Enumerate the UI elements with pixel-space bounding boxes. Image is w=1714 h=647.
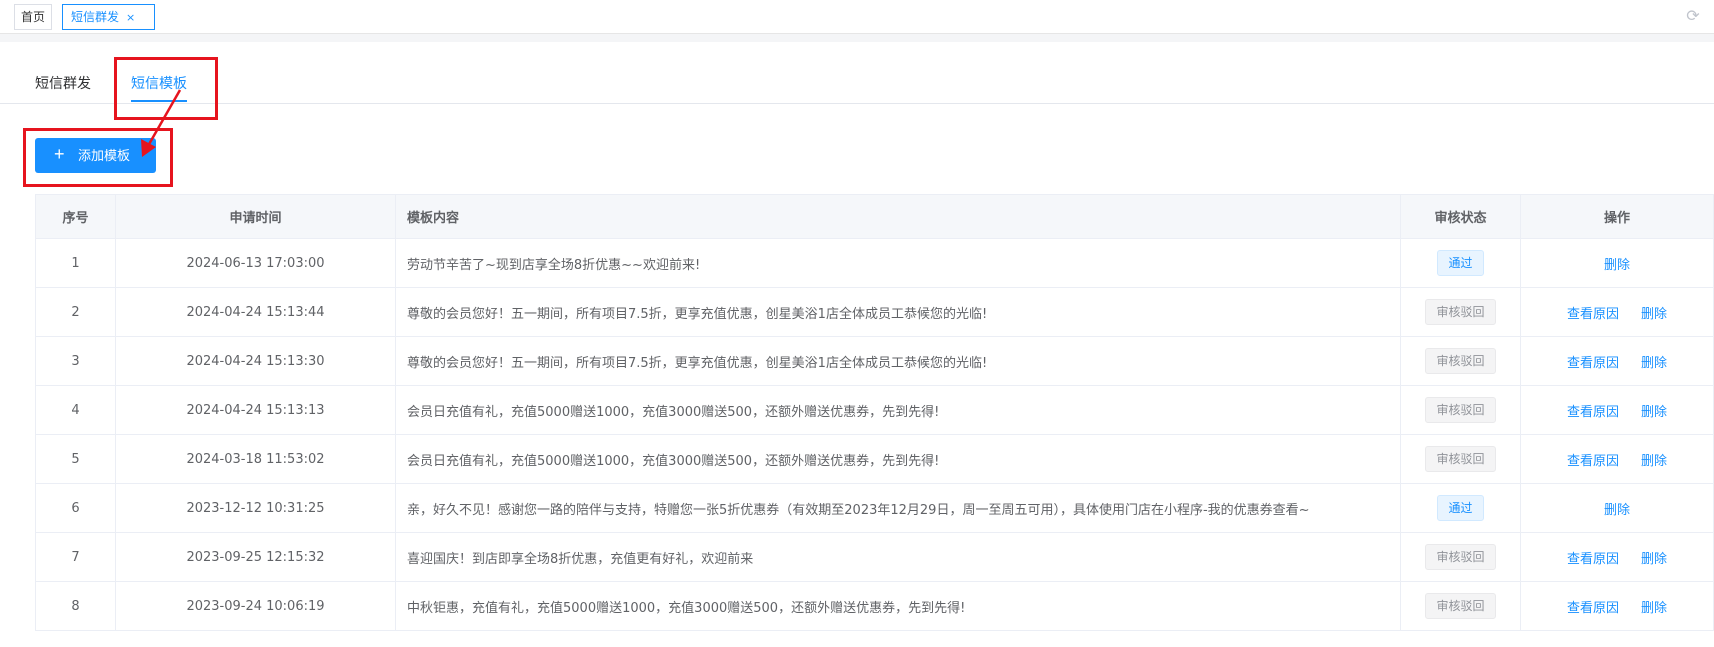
subtab-sms-broadcast[interactable]: 短信群发 (35, 74, 91, 98)
header-index: 序号 (35, 194, 116, 239)
tab-home[interactable]: 首页 (14, 4, 52, 30)
cell-index: 1 (35, 238, 116, 288)
header-actions: 操作 (1520, 194, 1714, 239)
cell-template-content: 劳动节辛苦了~现到店享全场8折优惠~~欢迎前来! (395, 238, 1401, 288)
cell-template-content: 中秋钜惠，充值有礼，充值5000赠送1000，充值3000赠送500，还额外赠送… (395, 581, 1401, 631)
delete-link[interactable]: 删除 (1641, 352, 1667, 371)
status-badge: 通过 (1437, 495, 1484, 521)
status-badge: 审核驳回 (1425, 397, 1496, 423)
subtab-bar: 短信群发 短信模板 (0, 64, 1714, 104)
cell-review-status: 审核驳回 (1400, 434, 1521, 484)
view-reason-link[interactable]: 查看原因 (1567, 401, 1619, 420)
view-reason-link[interactable]: 查看原因 (1567, 352, 1619, 371)
delete-link[interactable]: 删除 (1604, 499, 1630, 518)
cell-index: 4 (35, 385, 116, 435)
cell-index: 7 (35, 532, 116, 582)
status-badge: 通过 (1437, 250, 1484, 276)
table-row: 8 2023-09-24 10:06:19 中秋钜惠，充值有礼，充值5000赠送10… (35, 581, 1714, 631)
cell-review-status: 审核驳回 (1400, 532, 1521, 582)
table-row: 1 2024-06-13 17:03:00 劳动节辛苦了~现到店享全场8折优惠~~欢… (35, 238, 1714, 288)
delete-link[interactable]: 删除 (1641, 401, 1667, 420)
cell-template-content: 会员日充值有礼，充值5000赠送1000，充值3000赠送500，还额外赠送优惠… (395, 434, 1401, 484)
cell-index: 6 (35, 483, 116, 533)
cell-actions: 查看原因 删除 (1520, 385, 1714, 435)
divider (0, 34, 1714, 42)
delete-link[interactable]: 删除 (1641, 548, 1667, 567)
cell-review-status: 审核驳回 (1400, 336, 1521, 386)
top-tab-bar: 首页 短信群发 × ⟳ (0, 0, 1714, 34)
template-table: 序号 申请时间 模板内容 审核状态 操作 1 2024-06-13 17:03:0… (35, 194, 1714, 631)
table-row: 4 2024-04-24 15:13:13 会员日充值有礼，充值5000赠送1000… (35, 385, 1714, 435)
cell-review-status: 审核驳回 (1400, 385, 1521, 435)
cell-review-status: 审核驳回 (1400, 581, 1521, 631)
cell-apply-time: 2024-04-24 15:13:13 (115, 385, 396, 435)
cell-review-status: 审核驳回 (1400, 287, 1521, 337)
cell-apply-time: 2024-03-18 11:53:02 (115, 434, 396, 484)
view-reason-link[interactable]: 查看原因 (1567, 597, 1619, 616)
table-row: 2 2024-04-24 15:13:44 尊敬的会员您好！五一期间，所有项目7.5… (35, 287, 1714, 337)
cell-index: 2 (35, 287, 116, 337)
delete-link[interactable]: 删除 (1641, 450, 1667, 469)
status-badge: 审核驳回 (1425, 299, 1496, 325)
cell-apply-time: 2023-09-25 12:15:32 (115, 532, 396, 582)
cell-apply-time: 2024-04-24 15:13:30 (115, 336, 396, 386)
close-icon[interactable]: × (126, 11, 135, 24)
table-body: 1 2024-06-13 17:03:00 劳动节辛苦了~现到店享全场8折优惠~~欢… (35, 238, 1714, 631)
cell-actions: 查看原因 删除 (1520, 336, 1714, 386)
view-reason-link[interactable]: 查看原因 (1567, 548, 1619, 567)
tab-sms-broadcast[interactable]: 短信群发 × (62, 4, 155, 30)
annotation-box-add-button (23, 128, 173, 187)
tab-label: 短信群发 (71, 10, 120, 24)
delete-link[interactable]: 删除 (1641, 597, 1667, 616)
cell-index: 8 (35, 581, 116, 631)
delete-link[interactable]: 删除 (1604, 254, 1630, 273)
cell-template-content: 亲，好久不见！感谢您一路的陪伴与支持，特赠您一张5折优惠券（有效期至2023年1… (395, 483, 1401, 533)
header-apply-time: 申请时间 (115, 194, 396, 239)
cell-index: 5 (35, 434, 116, 484)
cell-index: 3 (35, 336, 116, 386)
cell-apply-time: 2023-12-12 10:31:25 (115, 483, 396, 533)
status-badge: 审核驳回 (1425, 593, 1496, 619)
delete-link[interactable]: 删除 (1641, 303, 1667, 322)
header-review-status: 审核状态 (1400, 194, 1521, 239)
cell-actions: 查看原因 删除 (1520, 581, 1714, 631)
cell-apply-time: 2024-06-13 17:03:00 (115, 238, 396, 288)
status-badge: 审核驳回 (1425, 446, 1496, 472)
cell-actions: 查看原因 删除 (1520, 287, 1714, 337)
cell-apply-time: 2023-09-24 10:06:19 (115, 581, 396, 631)
table-header-row: 序号 申请时间 模板内容 审核状态 操作 (35, 194, 1714, 239)
cell-template-content: 尊敬的会员您好！五一期间，所有项目7.5折，更享充值优惠，创星美浴1店全体成员工… (395, 336, 1401, 386)
table-row: 3 2024-04-24 15:13:30 尊敬的会员您好！五一期间，所有项目7.5… (35, 336, 1714, 386)
table-row: 7 2023-09-25 12:15:32 喜迎国庆！到店即享全场8折优惠，充值更有… (35, 532, 1714, 582)
cell-actions: 查看原因 删除 (1520, 434, 1714, 484)
cell-template-content: 喜迎国庆！到店即享全场8折优惠，充值更有好礼，欢迎前来 (395, 532, 1401, 582)
table-row: 6 2023-12-12 10:31:25 亲，好久不见！感谢您一路的陪伴与支持，特… (35, 483, 1714, 533)
status-badge: 审核驳回 (1425, 348, 1496, 374)
table-row: 5 2024-03-18 11:53:02 会员日充值有礼，充值5000赠送1000… (35, 434, 1714, 484)
cell-review-status: 通过 (1400, 483, 1521, 533)
status-badge: 审核驳回 (1425, 544, 1496, 570)
refresh-icon[interactable]: ⟳ (1684, 7, 1702, 25)
cell-apply-time: 2024-04-24 15:13:44 (115, 287, 396, 337)
cell-actions: 删除 (1520, 483, 1714, 533)
cell-actions: 查看原因 删除 (1520, 532, 1714, 582)
cell-template-content: 会员日充值有礼，充值5000赠送1000，充值3000赠送500，还额外赠送优惠… (395, 385, 1401, 435)
annotation-box-template-tab (114, 57, 218, 120)
view-reason-link[interactable]: 查看原因 (1567, 450, 1619, 469)
cell-review-status: 通过 (1400, 238, 1521, 288)
view-reason-link[interactable]: 查看原因 (1567, 303, 1619, 322)
cell-template-content: 尊敬的会员您好！五一期间，所有项目7.5折，更享充值优惠，创星美浴1店全体成员工… (395, 287, 1401, 337)
cell-actions: 删除 (1520, 238, 1714, 288)
header-template-content: 模板内容 (395, 194, 1401, 239)
